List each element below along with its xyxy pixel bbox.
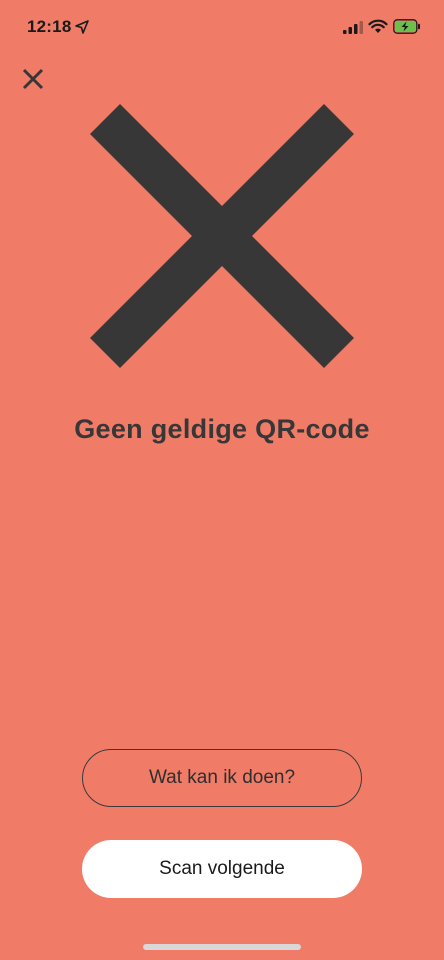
status-time: 12:18 bbox=[27, 17, 72, 36]
status-bar: 12:18 bbox=[0, 0, 444, 56]
home-indicator[interactable] bbox=[143, 944, 301, 950]
scan-next-label: Scan volgende bbox=[159, 858, 285, 879]
what-can-i-do-label: Wat kan ik doen? bbox=[148, 767, 296, 788]
error-cross-icon bbox=[90, 104, 354, 368]
close-icon bbox=[22, 68, 44, 90]
wifi-icon bbox=[368, 19, 388, 33]
result-title: Geen geldige QR-code bbox=[74, 414, 370, 444]
battery-charging-icon bbox=[393, 19, 420, 34]
close-button[interactable] bbox=[14, 60, 52, 98]
location-arrow-icon bbox=[75, 20, 89, 34]
scan-next-button[interactable]: Scan volgende bbox=[82, 840, 362, 898]
what-can-i-do-button[interactable]: Wat kan ik doen? bbox=[82, 749, 362, 807]
cellular-signal-icon bbox=[343, 21, 363, 34]
